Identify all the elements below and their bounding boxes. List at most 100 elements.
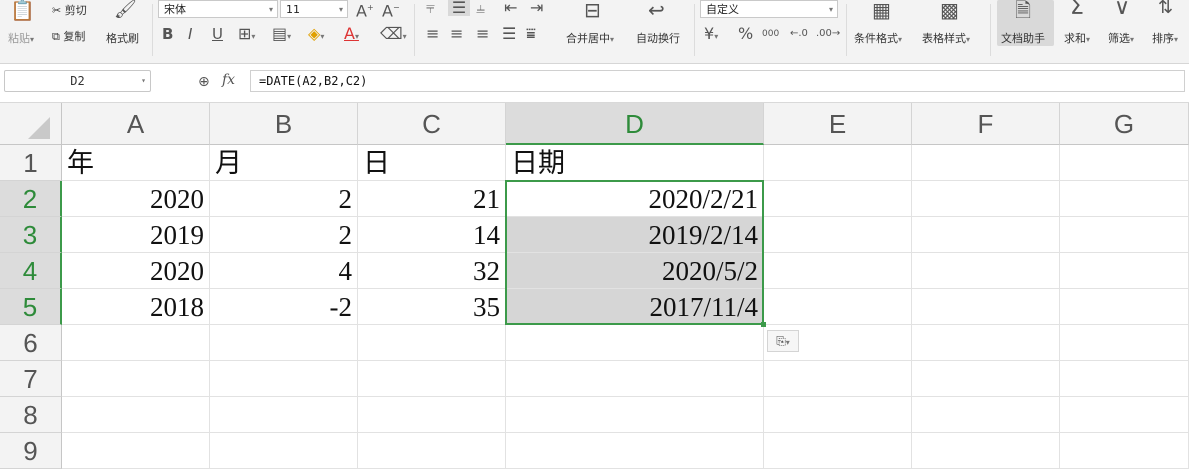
eraser-icon[interactable]: ⌫▾ (380, 26, 407, 45)
cell-d5[interactable]: 2017/11/4 (506, 289, 764, 325)
cell-d7[interactable] (506, 361, 764, 397)
align-bottom-icon[interactable]: ⫨ (476, 0, 485, 16)
increase-font-icon[interactable]: A+ (356, 0, 374, 19)
cell-e2[interactable] (764, 181, 912, 217)
cell-a6[interactable] (62, 325, 210, 361)
cell-e8[interactable] (764, 397, 912, 433)
align-middle-icon[interactable]: ☰ (448, 0, 470, 16)
column-header-e[interactable]: E (764, 103, 912, 145)
cell-f2[interactable] (912, 181, 1060, 217)
cell-e1[interactable] (764, 145, 912, 181)
row-header-8[interactable]: 8 (0, 397, 62, 433)
wrap-text-icon[interactable]: ↩ (648, 0, 665, 20)
cell-c4[interactable]: 32 (358, 253, 506, 289)
cell-a8[interactable] (62, 397, 210, 433)
paste-options-icon[interactable]: ⎘▾ (767, 330, 799, 352)
row-header-7[interactable]: 7 (0, 361, 62, 397)
cell-c7[interactable] (358, 361, 506, 397)
fill-color-icon[interactable]: ◈▾ (308, 26, 324, 45)
filter-icon[interactable]: ⊽ (1114, 0, 1130, 19)
wrap-text-button[interactable]: 自动换行 (636, 30, 680, 46)
cell-f9[interactable] (912, 433, 1060, 469)
cell-a4[interactable]: 2020 (62, 253, 210, 289)
row-header-2[interactable]: 2 (0, 181, 62, 217)
fill-handle[interactable] (761, 322, 766, 327)
cell-c1[interactable]: 日 (358, 145, 506, 181)
cell-b7[interactable] (210, 361, 358, 397)
cut-button[interactable]: ✂ 剪切 (52, 2, 87, 18)
cell-f7[interactable] (912, 361, 1060, 397)
cell-e5[interactable] (764, 289, 912, 325)
align-top-icon[interactable]: ⫧ (426, 0, 435, 16)
conditional-format-icon[interactable]: ▦ (872, 0, 891, 20)
cell-f4[interactable] (912, 253, 1060, 289)
cell-b6[interactable] (210, 325, 358, 361)
cell-d9[interactable] (506, 433, 764, 469)
cell-b4[interactable]: 4 (210, 253, 358, 289)
column-header-d[interactable]: D (506, 103, 764, 145)
percent-button[interactable]: % (738, 26, 753, 42)
row-header-5[interactable]: 5 (0, 289, 62, 325)
cell-e7[interactable] (764, 361, 912, 397)
cell-g8[interactable] (1060, 397, 1189, 433)
cell-f8[interactable] (912, 397, 1060, 433)
cell-c9[interactable] (358, 433, 506, 469)
indent-increase-icon[interactable]: ⇥ (530, 0, 543, 16)
increase-decimal-icon[interactable]: ←.0 (790, 26, 808, 42)
cell-e4[interactable] (764, 253, 912, 289)
cell-c3[interactable]: 14 (358, 217, 506, 253)
brush-icon[interactable]: 🖌 (114, 1, 137, 19)
cell-d8[interactable] (506, 397, 764, 433)
paste-icon[interactable]: 📋 (10, 0, 35, 20)
cell-d3[interactable]: 2019/2/14 (506, 217, 764, 253)
copy-button[interactable]: ⧉ 复制 (52, 28, 85, 44)
zoom-icon[interactable]: ⊕ (198, 74, 210, 90)
cell-style-icon[interactable]: ▤▾ (272, 26, 291, 45)
column-header-f[interactable]: F (912, 103, 1060, 145)
align-right-icon[interactable]: ≡ (476, 26, 489, 42)
cell-g6[interactable] (1060, 325, 1189, 361)
font-color-icon[interactable]: A▾ (344, 26, 359, 45)
cell-d6[interactable] (506, 325, 764, 361)
cell-a7[interactable] (62, 361, 210, 397)
cell-b9[interactable] (210, 433, 358, 469)
cell-c2[interactable]: 21 (358, 181, 506, 217)
cell-c5[interactable]: 35 (358, 289, 506, 325)
bold-button[interactable]: B (162, 26, 173, 42)
format-painter-button[interactable]: 格式刷 (106, 30, 139, 46)
cell-g3[interactable] (1060, 217, 1189, 253)
italic-button[interactable]: I (188, 26, 192, 42)
font-name-select[interactable]: 宋体 ▾ (158, 0, 278, 18)
align-left-icon[interactable]: ≡ (426, 26, 439, 42)
indent-decrease-icon[interactable]: ⇤ (504, 0, 517, 16)
cell-a9[interactable] (62, 433, 210, 469)
number-format-select[interactable]: 自定义 ▾ (700, 0, 838, 18)
thousands-separator-button[interactable]: 000 (762, 26, 779, 42)
paste-button[interactable]: 粘贴▾ (8, 30, 34, 46)
cell-a2[interactable]: 2020 (62, 181, 210, 217)
cell-a5[interactable]: 2018 (62, 289, 210, 325)
cell-c6[interactable] (358, 325, 506, 361)
align-center-icon[interactable]: ≡ (450, 26, 463, 42)
doc-assistant-button[interactable]: 🗎 文档助手 (997, 0, 1054, 46)
cell-f3[interactable] (912, 217, 1060, 253)
cell-g9[interactable] (1060, 433, 1189, 469)
cell-g1[interactable] (1060, 145, 1189, 181)
currency-icon[interactable]: ¥▾ (704, 26, 718, 45)
cell-f6[interactable] (912, 325, 1060, 361)
row-header-3[interactable]: 3 (0, 217, 62, 253)
formula-input[interactable]: =DATE(A2,B2,C2) (250, 70, 1185, 92)
border-icon[interactable]: ⊞▾ (238, 26, 255, 45)
column-header-g[interactable]: G (1060, 103, 1189, 145)
filter-button[interactable]: 筛选▾ (1108, 30, 1134, 46)
sort-icon[interactable]: ⇅ (1158, 0, 1173, 17)
name-box[interactable]: D2 ▾ (4, 70, 151, 92)
decrease-font-icon[interactable]: A− (382, 0, 400, 19)
column-header-a[interactable]: A (62, 103, 210, 145)
sort-button[interactable]: 排序▾ (1152, 30, 1178, 46)
cell-a3[interactable]: 2019 (62, 217, 210, 253)
cell-b2[interactable]: 2 (210, 181, 358, 217)
cell-a1[interactable]: 年 (62, 145, 210, 181)
row-header-9[interactable]: 9 (0, 433, 62, 469)
cell-f1[interactable] (912, 145, 1060, 181)
